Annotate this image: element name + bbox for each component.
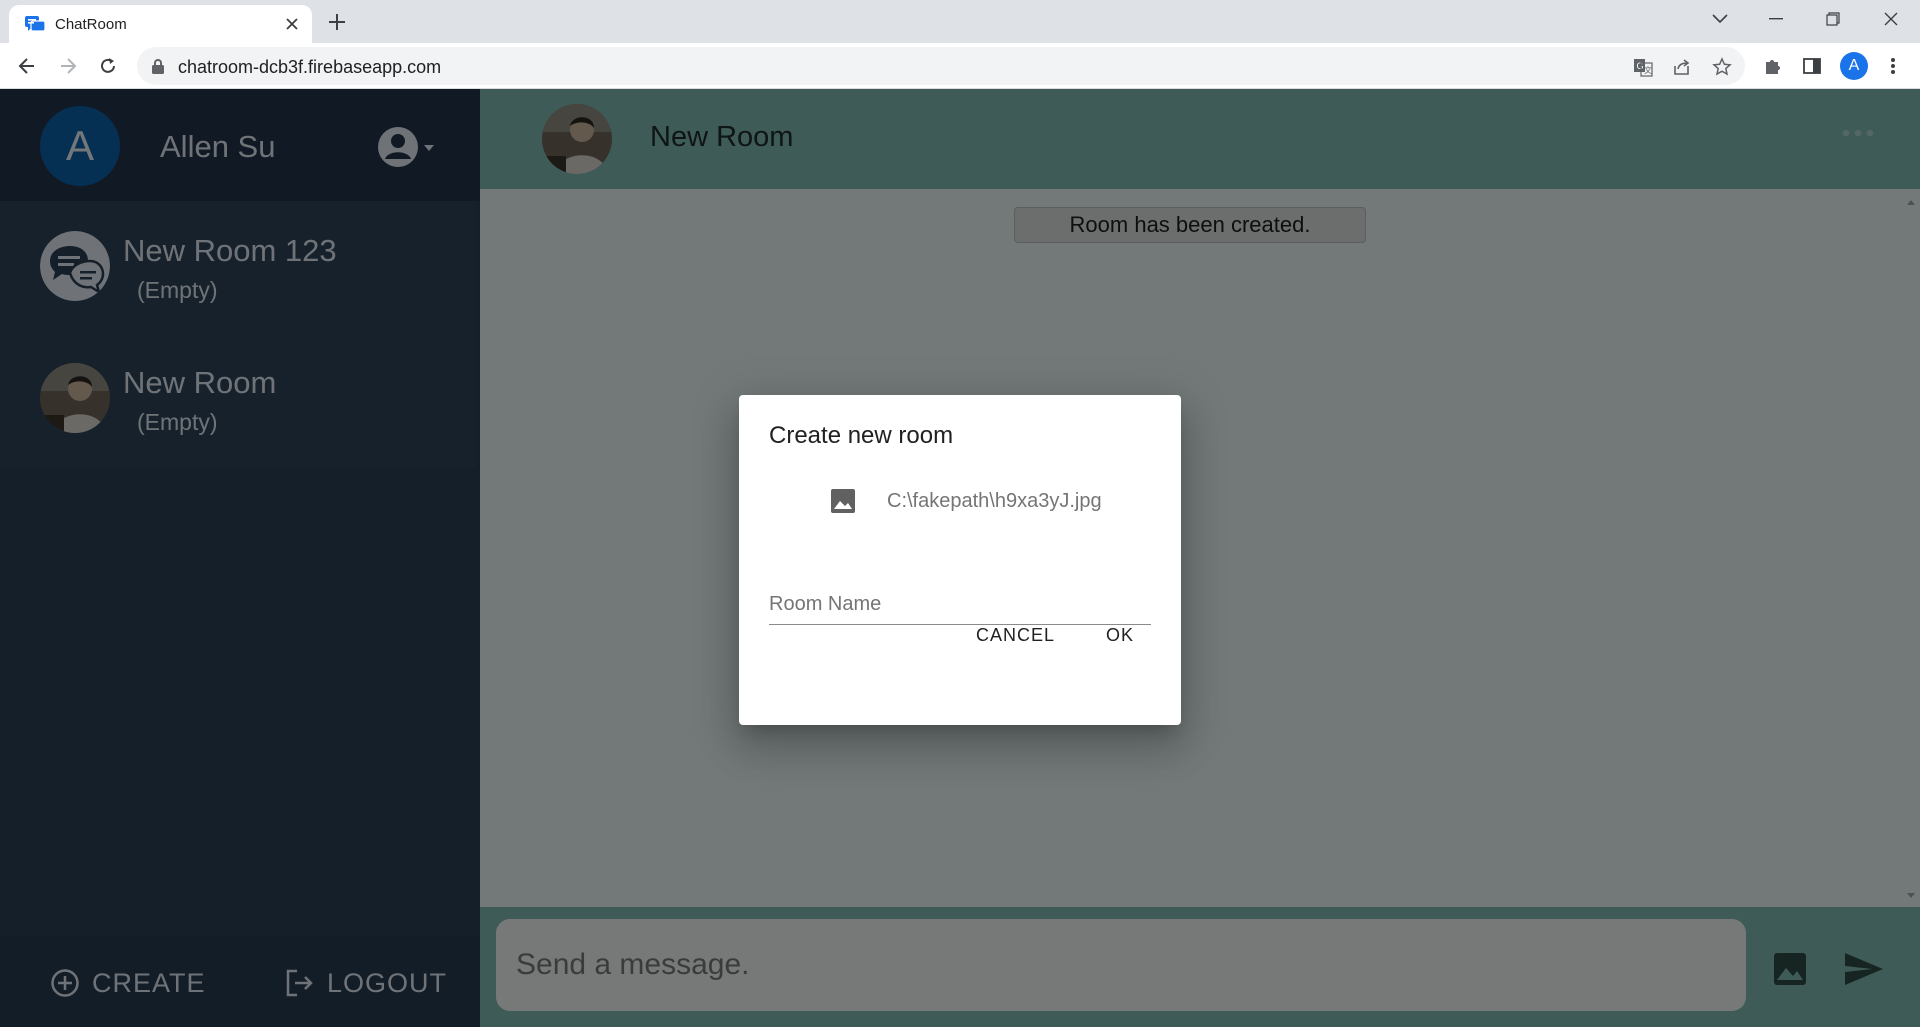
image-icon bbox=[831, 489, 855, 513]
create-room-dialog: Create new room C:\fakepath\h9xa3yJ.jpg … bbox=[739, 395, 1181, 725]
room-name-input[interactable] bbox=[769, 585, 1151, 625]
browser-toolbar: chatroom-dcb3f.firebaseapp.com G文 A bbox=[0, 43, 1920, 89]
tab-search-icon[interactable] bbox=[1704, 6, 1736, 32]
close-window-icon[interactable] bbox=[1875, 6, 1907, 32]
browser-menu-icon[interactable] bbox=[1880, 53, 1906, 79]
chat-favicon-icon bbox=[25, 16, 46, 32]
side-panel-icon[interactable] bbox=[1799, 53, 1825, 79]
new-tab-icon[interactable] bbox=[325, 10, 349, 34]
address-bar[interactable]: chatroom-dcb3f.firebaseapp.com G文 bbox=[137, 47, 1745, 85]
translate-icon[interactable]: G文 bbox=[1631, 55, 1655, 79]
image-upload-button[interactable]: C:\fakepath\h9xa3yJ.jpg bbox=[829, 485, 1102, 517]
close-tab-icon[interactable] bbox=[281, 13, 303, 35]
url-text[interactable]: chatroom-dcb3f.firebaseapp.com bbox=[178, 57, 441, 78]
share-icon[interactable] bbox=[1670, 55, 1694, 79]
forward-icon[interactable] bbox=[55, 53, 81, 79]
ok-button[interactable]: OK bbox=[1106, 615, 1134, 655]
lock-icon[interactable] bbox=[151, 58, 165, 74]
dialog-title: Create new room bbox=[769, 422, 954, 449]
svg-text:文: 文 bbox=[1644, 65, 1652, 75]
minimize-icon[interactable] bbox=[1760, 6, 1792, 32]
chat-app: A Allen Su bbox=[0, 89, 1920, 1027]
back-icon[interactable] bbox=[14, 53, 40, 79]
restore-icon[interactable] bbox=[1817, 6, 1849, 32]
browser-tab-strip: ChatRoom bbox=[0, 0, 1920, 43]
selected-file-name: C:\fakepath\h9xa3yJ.jpg bbox=[887, 489, 1102, 512]
browser-profile-avatar[interactable]: A bbox=[1840, 52, 1868, 80]
browser-tab[interactable]: ChatRoom bbox=[9, 5, 312, 43]
extensions-puzzle-icon[interactable] bbox=[1760, 53, 1786, 79]
bookmark-star-icon[interactable] bbox=[1710, 55, 1734, 79]
cancel-button[interactable]: CANCEL bbox=[976, 615, 1055, 655]
tab-title: ChatRoom bbox=[55, 16, 127, 33]
reload-icon[interactable] bbox=[95, 53, 121, 79]
